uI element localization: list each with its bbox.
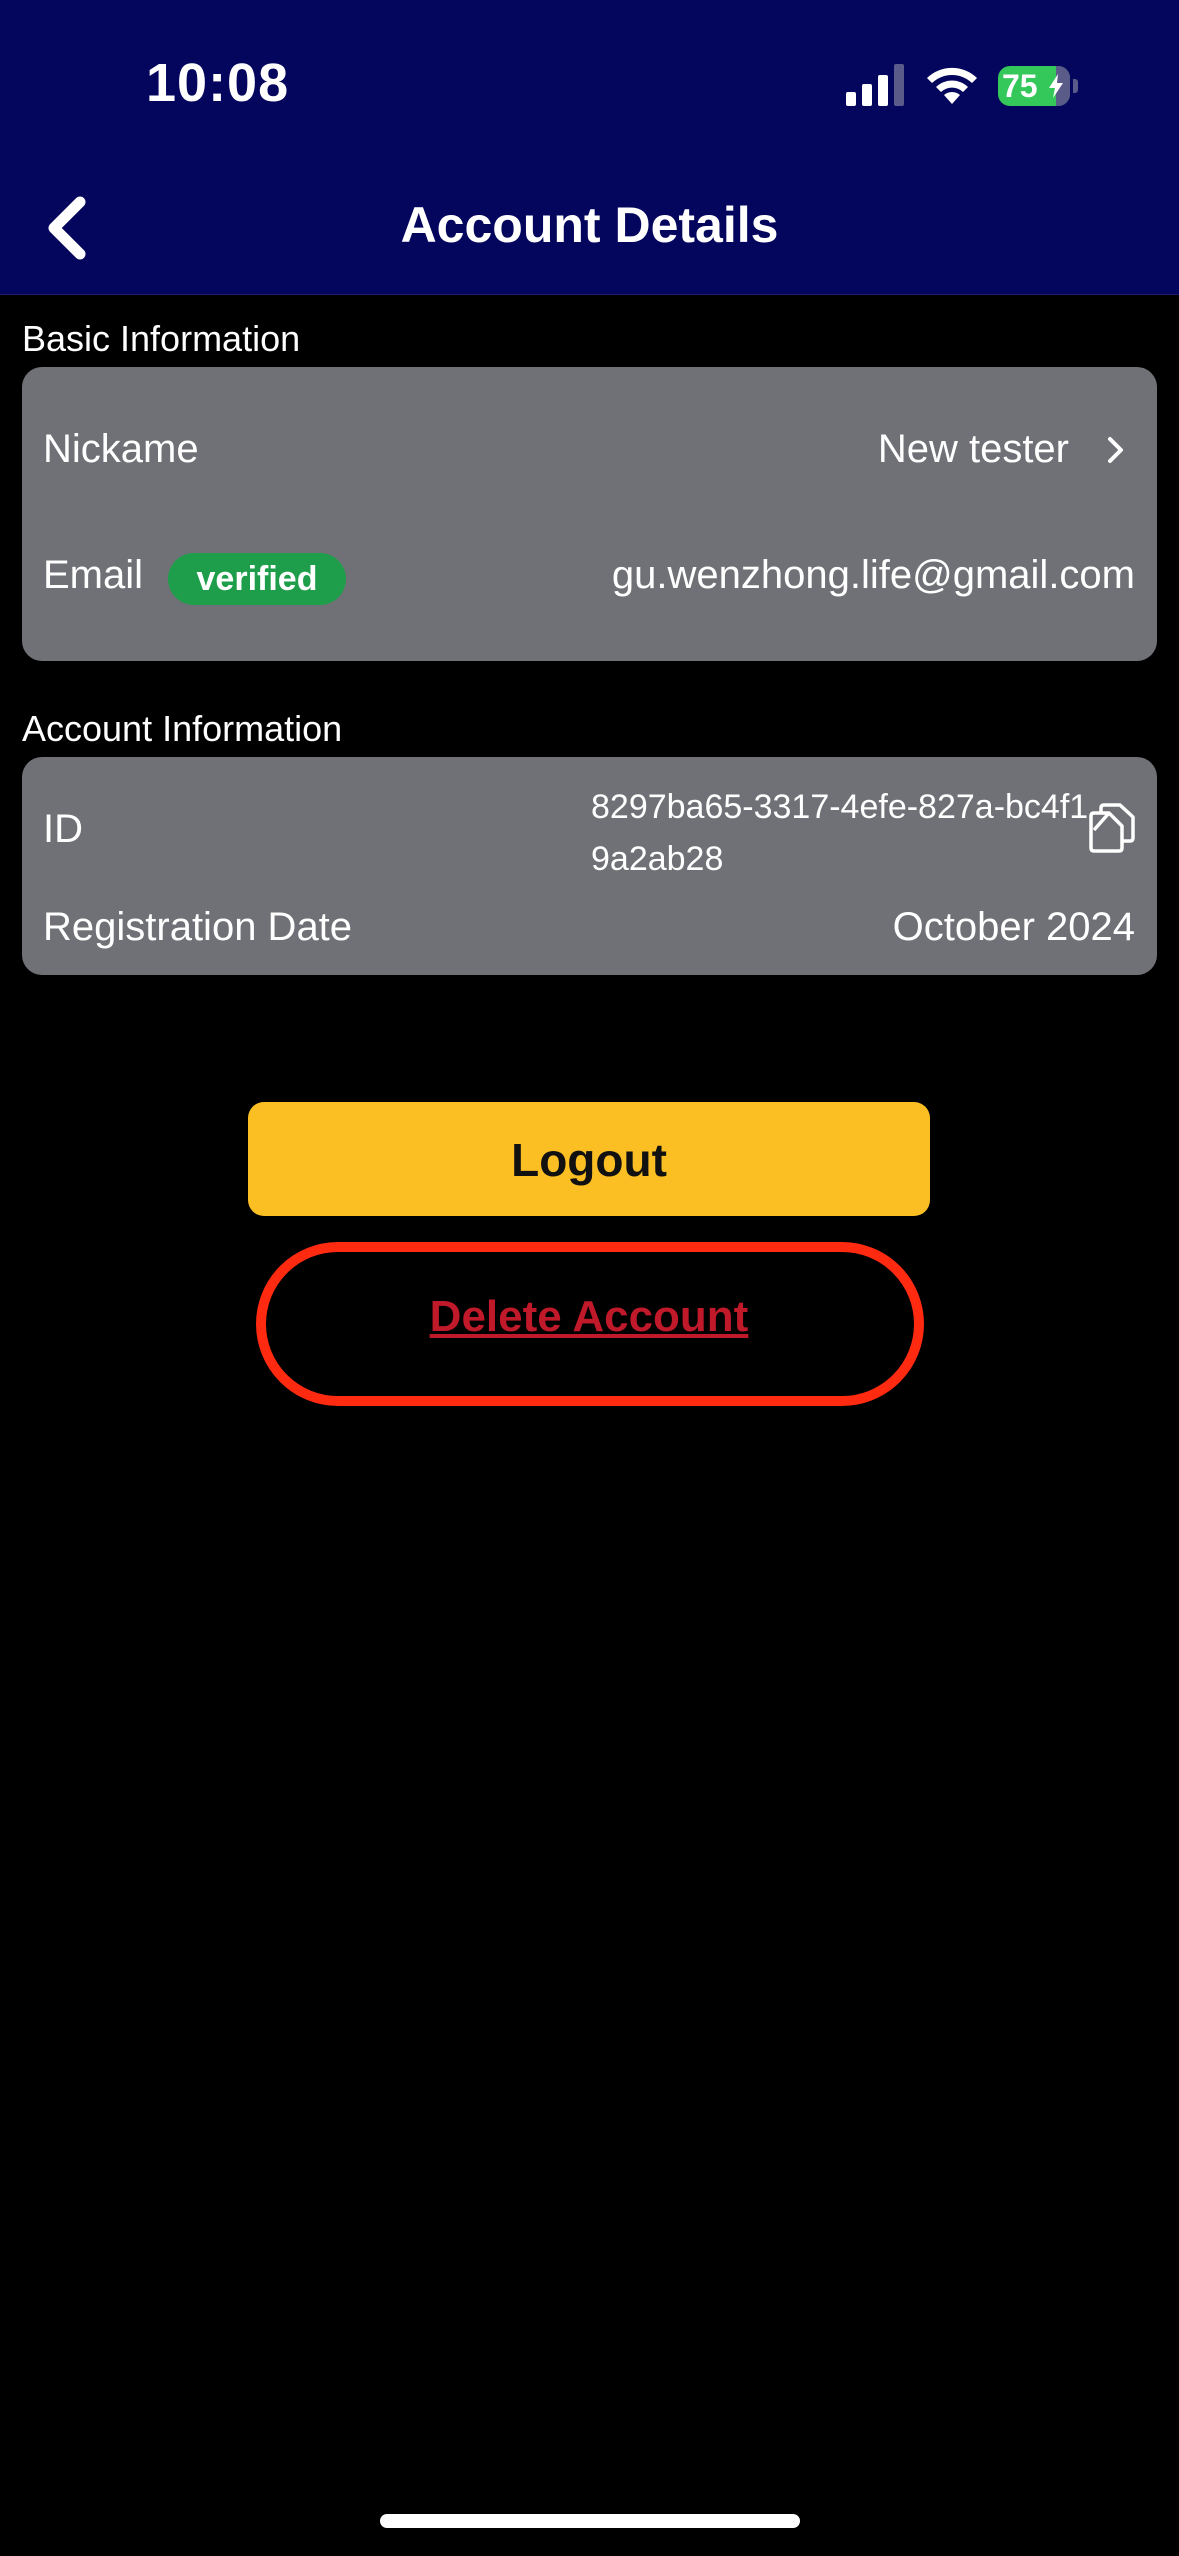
basic-information-heading: Basic Information	[22, 318, 301, 359]
chevron-right-icon	[1108, 437, 1123, 463]
id-label: ID	[43, 807, 83, 851]
email-value: gu.wenzhong.life@gmail.com	[611, 553, 1135, 597]
signal-icon	[846, 64, 904, 106]
nickname-value: New tester	[877, 427, 1069, 471]
logout-button[interactable]: Logout	[248, 1102, 930, 1216]
verified-badge: verified	[168, 553, 346, 605]
account-information-card: ID 8297ba65-3317-4efe-827a-bc4f19a2ab28 …	[22, 757, 1157, 975]
account-information-heading: Account Information	[22, 708, 343, 749]
copy-icon[interactable]	[1087, 802, 1137, 854]
battery-icon: 75	[998, 66, 1078, 106]
wifi-icon	[927, 67, 977, 104]
nickname-row[interactable]: Nickame New tester	[22, 367, 1157, 527]
charging-bolt-icon	[1049, 74, 1063, 98]
nickname-label: Nickame	[43, 427, 199, 471]
navigation-header: 10:08 75 Account Details	[0, 0, 1179, 295]
basic-information-card: Nickame New tester Email verified gu.wen…	[22, 367, 1157, 661]
registration-date-value: October 2024	[892, 905, 1135, 949]
battery-percent: 75	[1002, 68, 1038, 104]
home-indicator[interactable]	[380, 2514, 800, 2528]
registration-date-label: Registration Date	[43, 905, 353, 949]
email-label: Email	[43, 553, 144, 597]
status-time: 10:08	[146, 53, 290, 113]
id-value: 8297ba65-3317-4efe-827a-bc4f19a2ab28	[591, 788, 1089, 878]
delete-account-button[interactable]: Delete Account	[248, 1262, 930, 1372]
page-title: Account Details	[400, 197, 779, 253]
